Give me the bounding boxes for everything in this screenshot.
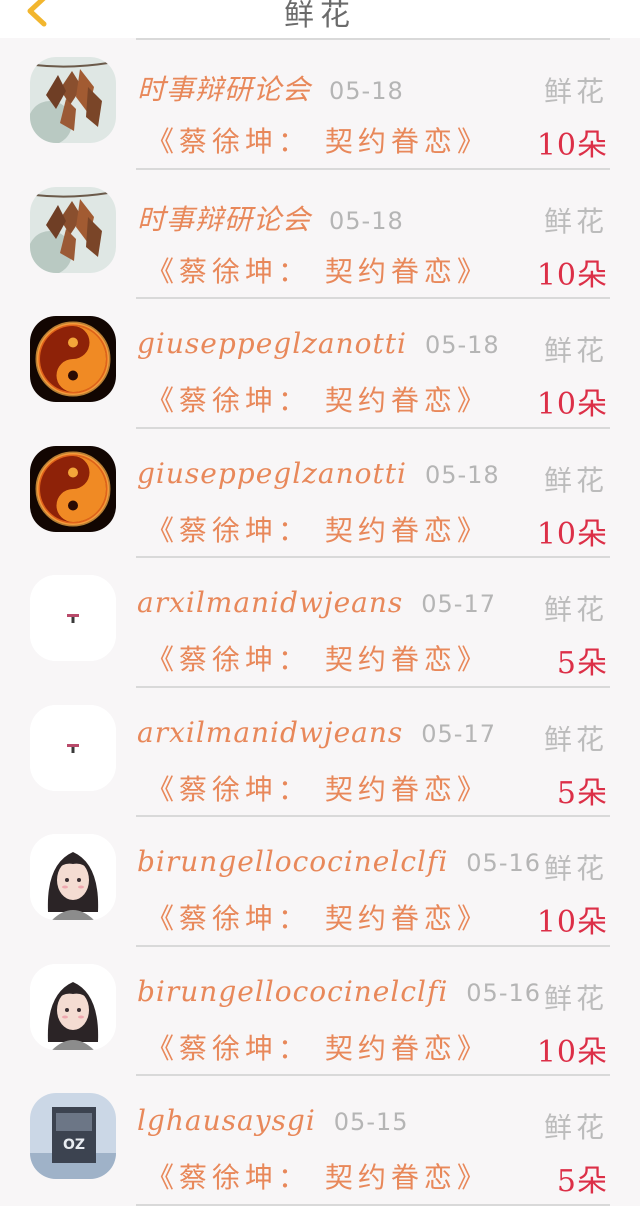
gift-date: 05-15 <box>333 1108 409 1136</box>
gift-amount: 10朵 <box>536 905 608 940</box>
sender-name: arxilmanidwjeans 05-17 <box>137 586 496 619</box>
gift-type-label: 鲜花 <box>543 593 608 626</box>
sender-name: 时事辩研论会 05-18 <box>137 198 404 238</box>
work-title: 《蔡徐坤： 契约眷恋》 <box>146 384 490 417</box>
list-item[interactable]: giuseppeglzanotti 05-18 鲜花 《蔡徐坤： 契约眷恋》 10… <box>0 429 640 558</box>
sender-name-text: 时事辩研论会 <box>137 73 312 106</box>
page-title: 鲜花 <box>284 0 356 33</box>
sender-name-text: birungellococinelclfi <box>137 845 449 878</box>
gift-amount: 5朵 <box>556 1164 608 1199</box>
work-title: 《蔡徐坤： 契约眷恋》 <box>146 772 490 806</box>
sender-name-text: giuseppeglzanotti <box>137 456 407 490</box>
sender-name: lghausaysgi 05-15 <box>137 1104 409 1137</box>
gift-amount: 10朵 <box>536 1034 608 1070</box>
work-title: 《蔡徐坤： 契约眷恋》 <box>146 513 490 547</box>
girl-portrait-avatar[interactable] <box>30 963 116 1050</box>
list-item[interactable]: giuseppeglzanotti 05-18 鲜花 《蔡徐坤： 契约眷恋》 10… <box>0 299 640 429</box>
gift-date: 05-17 <box>421 590 496 618</box>
gift-amount: 5朵 <box>556 775 608 811</box>
gift-amount: 10朵 <box>536 387 608 422</box>
work-title: 《蔡徐坤： 契约眷恋》 <box>146 1031 490 1065</box>
gift-date: 05-18 <box>424 331 500 359</box>
gift-amount: 10朵 <box>536 516 608 552</box>
work-title: 《蔡徐坤： 契约眷恋》 <box>146 902 490 935</box>
work-title: 《蔡徐坤： 契约眷恋》 <box>146 125 490 158</box>
list-item[interactable]: birungellococinelclfi 05-16 鲜花 《蔡徐坤： 契约眷恋… <box>0 947 640 1076</box>
sender-name: 时事辩研论会 05-18 <box>137 68 404 108</box>
gift-date: 05-18 <box>329 77 404 105</box>
gift-type-label: 鲜花 <box>543 75 608 108</box>
list-item[interactable]: arxilmanidwjeans 05-17 鲜花 《蔡徐坤： 契约眷恋》 5朵 <box>0 558 640 688</box>
gift-amount: 10朵 <box>536 257 608 293</box>
gift-date: 05-18 <box>329 206 404 235</box>
gift-type-label: 鲜花 <box>543 981 608 1015</box>
sender-name-text: giuseppeglzanotti <box>137 327 407 360</box>
gift-date: 05-16 <box>466 849 542 877</box>
fire-yinyang-avatar[interactable] <box>30 316 116 402</box>
work-title: 《蔡徐坤： 契约眷恋》 <box>146 643 490 676</box>
girl-portrait-avatar[interactable] <box>30 834 116 920</box>
sender-name: giuseppeglzanotti 05-18 <box>137 457 500 490</box>
list-item[interactable]: OZ lghausaysgi 05-15 鲜花 《蔡徐坤： 契约眷恋》 5朵 <box>0 1076 640 1206</box>
gift-type-label: 鲜花 <box>543 334 608 367</box>
divider <box>136 1203 610 1206</box>
sender-name-text: birungellococinelclfi <box>137 974 449 1008</box>
logo-t-avatar[interactable] <box>30 704 116 791</box>
sender-name-text: 时事辩研论会 <box>137 202 312 236</box>
sender-name: giuseppeglzanotti 05-18 <box>137 327 500 360</box>
list-item[interactable]: arxilmanidwjeans 05-17 鲜花 《蔡徐坤： 契约眷恋》 5朵 <box>0 688 640 817</box>
gift-date: 05-18 <box>424 460 500 489</box>
gift-record-list: 时事辩研论会 05-18 鲜花 《蔡徐坤： 契约眷恋》 10朵 时事辩研论会 05-… <box>0 40 640 1206</box>
list-item[interactable]: 时事辩研论会 05-18 鲜花 《蔡徐坤： 契约眷恋》 10朵 <box>0 40 640 170</box>
svg-text:OZ: OZ <box>63 1137 85 1153</box>
sender-name: birungellococinelclfi 05-16 <box>137 845 541 878</box>
poster-photo-avatar[interactable]: OZ <box>30 1093 116 1179</box>
autumn-leaves-avatar[interactable] <box>30 186 116 273</box>
sender-name-text: arxilmanidwjeans <box>137 715 404 749</box>
gift-type-label: 鲜花 <box>543 1111 608 1144</box>
gift-type-label: 鲜花 <box>543 852 608 885</box>
sender-name-text: lghausaysgi <box>137 1104 316 1137</box>
logo-t-avatar[interactable] <box>30 575 116 661</box>
sender-name: birungellococinelclfi 05-16 <box>137 975 541 1008</box>
gift-date: 05-17 <box>421 719 496 748</box>
work-title: 《蔡徐坤： 契约眷恋》 <box>146 254 490 288</box>
sender-name-text: arxilmanidwjeans <box>137 586 404 619</box>
gift-amount: 5朵 <box>556 646 608 681</box>
top-bar: 鲜花 <box>0 0 640 38</box>
gift-type-label: 鲜花 <box>543 204 608 238</box>
autumn-leaves-avatar[interactable] <box>30 57 116 143</box>
list-item[interactable]: 时事辩研论会 05-18 鲜花 《蔡徐坤： 契约眷恋》 10朵 <box>0 170 640 299</box>
work-title: 《蔡徐坤： 契约眷恋》 <box>146 1161 490 1194</box>
gift-date: 05-16 <box>466 978 542 1007</box>
list-item[interactable]: birungellococinelclfi 05-16 鲜花 《蔡徐坤： 契约眷恋… <box>0 817 640 947</box>
gift-amount: 10朵 <box>536 128 608 163</box>
fire-yinyang-avatar[interactable] <box>30 445 116 532</box>
sender-name: arxilmanidwjeans 05-17 <box>137 716 496 749</box>
gift-type-label: 鲜花 <box>543 722 608 756</box>
gift-type-label: 鲜花 <box>543 463 608 497</box>
